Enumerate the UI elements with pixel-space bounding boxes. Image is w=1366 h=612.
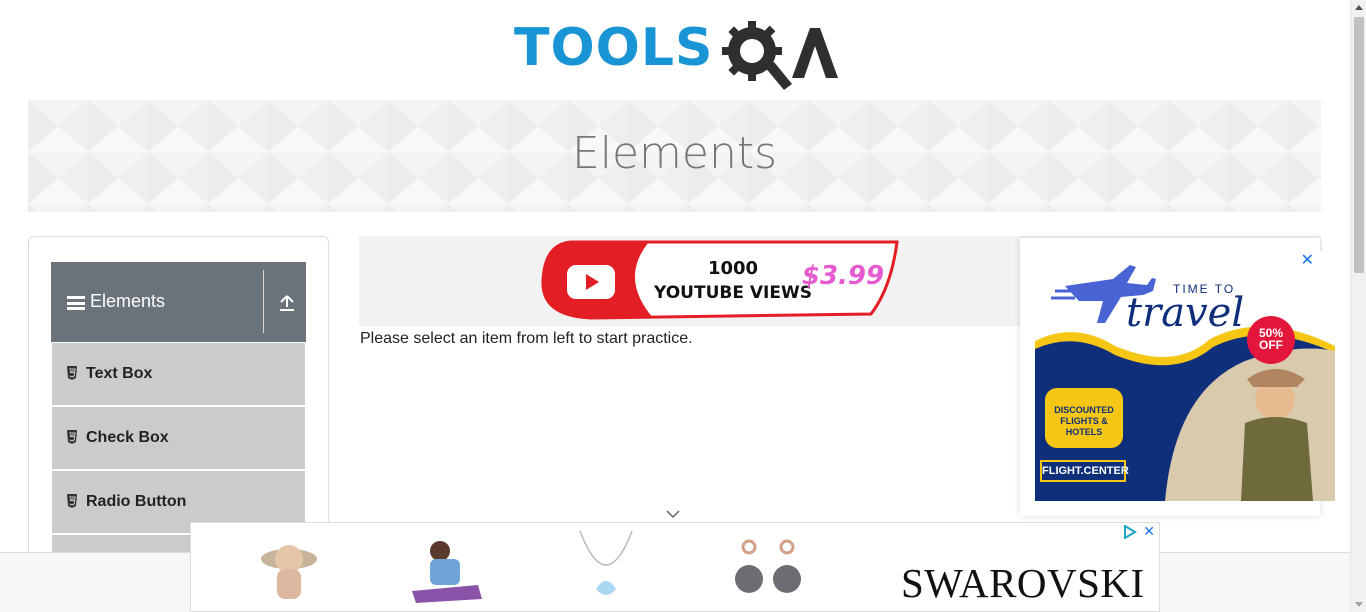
discount-off: OFF [1259,338,1283,352]
ad-close-icon[interactable]: ✕ [1143,523,1155,540]
ad-headline: travel [1126,290,1245,336]
product-figurine-image [261,545,317,599]
adchoices-icon[interactable] [1123,525,1137,539]
sidebar-item-check-box[interactable]: Check Box [52,407,305,469]
upload-icon[interactable] [278,294,296,312]
sidebar-item-text-box[interactable]: Text Box [52,343,305,405]
html5-icon [67,430,77,444]
elements-group-header[interactable]: Elements [51,262,306,342]
product-necklace-image [579,530,633,595]
ad-line1: 1000 [708,258,758,279]
travel-ad[interactable]: ✕ TIME TO travel 50% OFF DISCOUNTED FLIG… [1020,238,1335,516]
offer-line2: FLIGHTS & HOTELS [1060,416,1108,437]
page-title: Elements [571,128,778,179]
hamburger-icon [67,296,85,310]
youtube-ad-graphic: 1000 YOUTUBE VIEWS $3.99 [541,240,899,320]
scroll-down-icon[interactable] [1355,602,1363,607]
page-banner: Elements [28,100,1321,212]
product-earrings-image [735,539,801,593]
logo-qa-icon [722,21,838,90]
discount-badge: 50% OFF [1247,316,1295,364]
sidebar-item-label: Text Box [86,365,153,382]
swarovski-ad[interactable]: SWAROVSKI ✕ [190,522,1160,612]
ad-close-icon[interactable]: ✕ [1301,250,1314,270]
swarovski-logo: SWAROVSKI [901,560,1145,606]
page-scrollbar[interactable] [1350,0,1366,612]
offer-bubble: DISCOUNTED FLIGHTS & HOTELS [1045,388,1123,448]
html5-icon [67,366,77,380]
html5-icon [67,494,77,508]
header-divider [263,270,264,333]
ad-price: $3.99 [802,261,884,291]
group-title: Elements [90,291,166,311]
scroll-up-icon[interactable] [1355,5,1363,10]
select-item-prompt: Please select an item from left to start… [360,330,693,347]
offer-line1: DISCOUNTED [1054,405,1114,415]
toolsqa-logo[interactable]: TOOLS [514,16,838,90]
ad-brand: FLIGHT.CENTER [1040,460,1129,482]
sidebar-item-label: Check Box [86,429,169,446]
scrollbar-thumb[interactable] [1354,17,1364,273]
chevron-down-icon[interactable] [666,509,680,519]
sidebar-item-label: Radio Button [86,493,187,510]
logo-tools-text: TOOLS [514,18,714,78]
ad-line2: YOUTUBE VIEWS [653,283,812,303]
product-figurine-2-image [412,541,482,603]
